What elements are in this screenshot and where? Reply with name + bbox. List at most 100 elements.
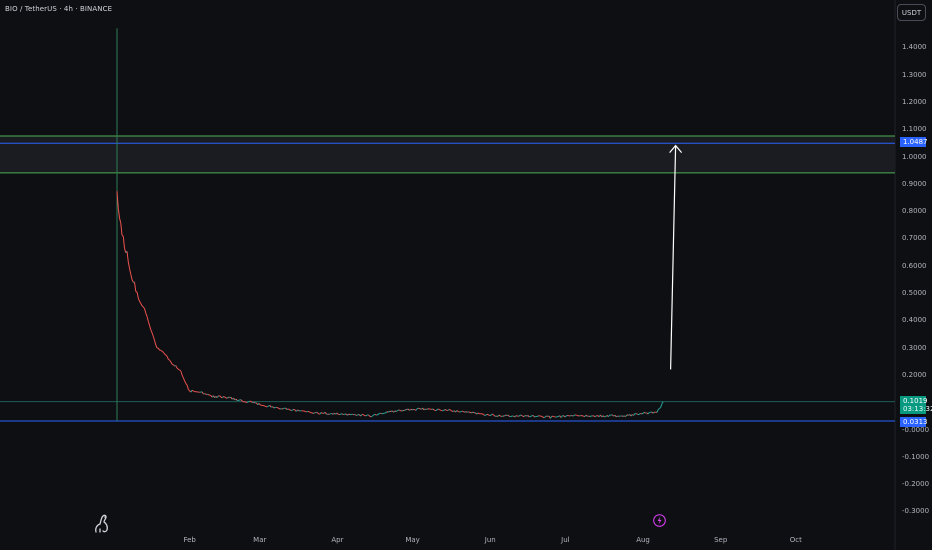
price-segment xyxy=(579,414,581,417)
price-segment xyxy=(291,408,294,411)
tradingview-dino-icon[interactable] xyxy=(93,512,111,534)
price-axis-label: -0.2000 xyxy=(902,480,930,489)
time-axis-label: Jun xyxy=(484,536,496,544)
price-segment xyxy=(348,413,351,416)
price-segment xyxy=(436,408,439,411)
price-segment xyxy=(223,396,225,398)
price-segment xyxy=(536,415,539,417)
price-segment xyxy=(438,408,440,411)
time-axis-label: Sep xyxy=(714,536,728,544)
price-segment xyxy=(328,413,331,415)
time-axis-label: Aug xyxy=(636,536,650,544)
currency-button[interactable]: USDT xyxy=(897,4,926,21)
symbol-title[interactable]: BIO / TetherUS · 4h · BINANCE xyxy=(5,5,112,13)
time-axis-label: Mar xyxy=(253,536,267,544)
price-axis-label: 1.2000 xyxy=(902,97,927,106)
price-segment xyxy=(224,396,227,399)
price-segment xyxy=(339,413,342,416)
price-axis-label: 1.3000 xyxy=(902,70,927,79)
price-segment xyxy=(463,411,466,413)
price-segment xyxy=(313,412,315,414)
price-segment xyxy=(282,407,285,410)
price-segment xyxy=(382,412,385,415)
price-segment xyxy=(576,414,579,417)
price-segment xyxy=(571,414,574,417)
price-segment xyxy=(380,412,382,415)
price-segment xyxy=(640,412,642,415)
price-segment xyxy=(303,410,306,413)
price-axis-label: 0.8000 xyxy=(902,207,927,216)
price-segment xyxy=(208,394,210,396)
price-segment xyxy=(228,396,230,399)
price-axis-label: -0.3000 xyxy=(902,507,930,516)
price-segment xyxy=(286,408,289,410)
current-price-label: 0.1019 xyxy=(903,396,928,405)
price-segment xyxy=(525,414,527,417)
price-segment xyxy=(252,401,254,404)
price-segment xyxy=(498,414,501,417)
plot-background xyxy=(0,0,895,550)
price-segment xyxy=(262,404,265,407)
time-axis-label: Oct xyxy=(789,536,802,544)
time-axis-label: Feb xyxy=(183,536,196,544)
price-segment xyxy=(168,358,170,361)
price-segment xyxy=(253,401,256,404)
price-segment xyxy=(486,413,489,416)
price-segment xyxy=(472,411,475,414)
bar-countdown-label: 03:13:32 xyxy=(903,404,932,413)
price-segment xyxy=(616,415,618,418)
price-segment xyxy=(580,414,583,417)
price-segment xyxy=(460,410,463,413)
price-segment xyxy=(477,412,480,415)
price-axis-label: 1.4000 xyxy=(902,43,927,52)
price-axis-label: 0.2000 xyxy=(902,370,927,379)
price-axis-label: 1.1000 xyxy=(902,125,927,134)
price-segment xyxy=(411,408,414,411)
price-segment xyxy=(341,413,344,415)
price-segment xyxy=(573,414,576,416)
price-segment xyxy=(530,415,533,417)
price-segment xyxy=(457,410,460,413)
price-segment xyxy=(500,415,502,418)
current-price-tag: 0.1019 03:13:32 xyxy=(900,395,932,414)
price-segment xyxy=(501,415,504,418)
price-segment xyxy=(320,412,323,414)
time-axis-label: Jul xyxy=(561,536,570,544)
price-segment xyxy=(356,414,359,416)
price-segment xyxy=(374,413,377,416)
price-segment xyxy=(572,414,575,417)
price-segment xyxy=(464,411,467,413)
price-segment xyxy=(264,405,267,408)
price-segment xyxy=(467,411,469,413)
price-segment xyxy=(569,414,572,417)
price-chart[interactable] xyxy=(0,0,932,550)
resistance-price-tag: 1.0487 xyxy=(900,137,928,148)
price-segment xyxy=(204,393,207,395)
price-segment xyxy=(621,415,624,417)
price-axis-label: 0.7000 xyxy=(902,234,927,243)
price-axis-label: 0.6000 xyxy=(902,261,927,270)
price-axis-label: 0.9000 xyxy=(902,179,927,188)
price-segment xyxy=(488,414,491,416)
price-segment xyxy=(266,405,269,408)
price-segment xyxy=(515,415,518,417)
price-segment xyxy=(370,415,373,418)
price-axis-label: 0.4000 xyxy=(902,316,927,325)
price-segment xyxy=(397,409,400,411)
price-segment xyxy=(178,368,180,371)
price-segment xyxy=(135,291,138,293)
price-segment xyxy=(465,411,468,413)
price-segment xyxy=(439,409,442,411)
price-segment xyxy=(171,363,174,366)
time-axis-label: Apr xyxy=(331,536,344,544)
price-segment xyxy=(468,411,471,413)
price-segment xyxy=(373,413,376,416)
price-segment xyxy=(418,407,421,410)
price-segment xyxy=(289,409,292,411)
time-axis-label: May xyxy=(405,536,420,544)
price-segment xyxy=(365,414,368,417)
lightning-bolt-icon[interactable] xyxy=(653,514,666,527)
price-segment xyxy=(529,415,531,418)
price-axis-label: 0.3000 xyxy=(902,343,927,352)
price-axis-label: 0.5000 xyxy=(902,289,927,297)
